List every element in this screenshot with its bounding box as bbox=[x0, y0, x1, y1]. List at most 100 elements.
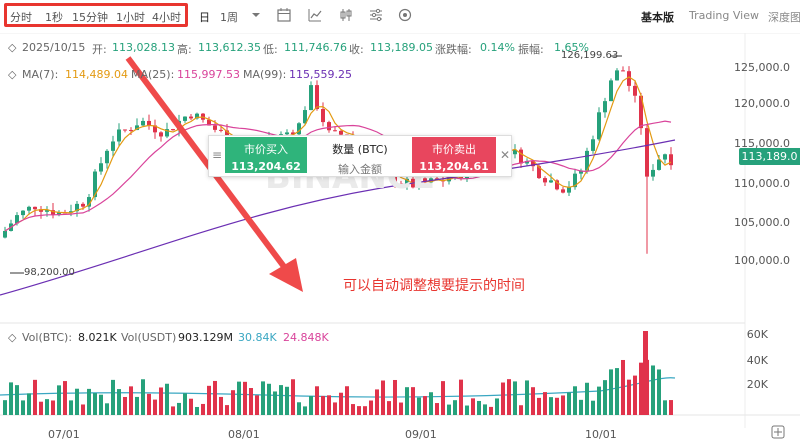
volume-options-icon[interactable]: ◇ bbox=[8, 331, 16, 344]
volume-bar bbox=[657, 369, 661, 415]
candle-body bbox=[621, 70, 625, 72]
indicator-icon[interactable] bbox=[308, 8, 322, 22]
vol-btc-label: Vol(BTC): bbox=[22, 331, 73, 344]
candle-body bbox=[543, 178, 547, 183]
volume-bar bbox=[663, 400, 667, 415]
volume-bar bbox=[597, 386, 601, 415]
volume-bar bbox=[525, 380, 529, 415]
volume-bar bbox=[567, 392, 571, 415]
low-value: 111,746.76 bbox=[284, 41, 347, 54]
volume-bar bbox=[411, 387, 415, 415]
market-sell-button[interactable]: 市价卖出 113,204.61 bbox=[412, 137, 496, 173]
volume-bar bbox=[363, 406, 367, 415]
volume-bar bbox=[621, 359, 625, 415]
candle-body bbox=[603, 101, 607, 113]
quantity-title: 数量 (BTC) bbox=[332, 143, 388, 156]
volume-bar bbox=[477, 400, 481, 415]
change-value: 0.14% bbox=[480, 41, 515, 54]
volume-bar bbox=[531, 387, 535, 415]
vol-usdt-label: Vol(USDT) bbox=[121, 331, 177, 344]
change-label: 涨跌幅: bbox=[435, 43, 472, 56]
calendar-icon[interactable] bbox=[277, 8, 291, 22]
ma-options-icon[interactable]: ◇ bbox=[8, 68, 16, 81]
volume-bar bbox=[573, 386, 577, 415]
volume-bar bbox=[327, 395, 331, 415]
volume-bar bbox=[483, 404, 487, 415]
chart-settings-icon[interactable] bbox=[771, 425, 785, 439]
volume-bar bbox=[579, 399, 583, 415]
volume-bar bbox=[435, 403, 439, 415]
candle-body bbox=[81, 203, 85, 207]
volume-bar bbox=[27, 393, 31, 415]
quick-trade-panel: ≡ 市价买入 113,204.62 数量 (BTC) 输入金额 市价卖出 113… bbox=[208, 135, 512, 177]
view-basic[interactable]: 基本版 bbox=[641, 9, 674, 25]
volume-bar bbox=[651, 365, 655, 415]
quantity-placeholder: 输入金额 bbox=[338, 163, 382, 176]
volume-bar bbox=[207, 385, 211, 415]
volume-bar bbox=[297, 402, 301, 415]
view-depth[interactable]: 深度图 bbox=[768, 9, 800, 25]
candle-body bbox=[3, 230, 7, 238]
price-tick: 120,000.0 bbox=[734, 97, 790, 110]
volume-bar bbox=[459, 379, 463, 415]
volume-bar bbox=[555, 397, 559, 415]
candle-body bbox=[327, 122, 331, 131]
volume-bar bbox=[633, 375, 637, 415]
volume-bar bbox=[45, 399, 49, 415]
volume-bar bbox=[249, 388, 253, 415]
annotation-text: 可以自动调整想要提示的时间 bbox=[343, 278, 525, 294]
market-buy-button[interactable]: 市价买入 113,204.62 bbox=[225, 137, 307, 173]
volume-bar bbox=[375, 389, 379, 415]
volume-bar bbox=[351, 404, 355, 415]
view-tradingview[interactable]: Trading View bbox=[689, 9, 759, 22]
candle-body bbox=[171, 129, 175, 131]
more-intervals-icon[interactable] bbox=[251, 8, 261, 22]
quantity-input[interactable]: 数量 (BTC) 输入金额 bbox=[313, 138, 407, 177]
candle-body bbox=[105, 150, 109, 164]
candle-body bbox=[213, 125, 217, 130]
kline-chart[interactable]: BINANCE bbox=[0, 33, 800, 448]
volume-bar bbox=[3, 400, 7, 415]
candle-body bbox=[141, 120, 145, 126]
ma7-label: MA(7): bbox=[22, 68, 59, 81]
drag-handle-icon[interactable]: ≡ bbox=[212, 148, 222, 162]
volume-bar bbox=[261, 381, 265, 415]
volume-bar bbox=[159, 387, 163, 415]
interval-1w[interactable]: 1周 bbox=[220, 9, 238, 25]
volume-bar bbox=[393, 379, 397, 415]
drawing-tools-icon[interactable] bbox=[398, 8, 412, 22]
candle-body bbox=[591, 139, 595, 151]
volume-bar bbox=[129, 386, 133, 415]
date-tick: 07/01 bbox=[48, 428, 80, 441]
volume-bar bbox=[153, 399, 157, 415]
volume-bar bbox=[357, 406, 361, 415]
volume-bar bbox=[57, 385, 61, 415]
candle-type-icon[interactable] bbox=[339, 8, 353, 22]
volume-tick: 60K bbox=[746, 328, 768, 341]
open-value: 113,028.13 bbox=[112, 41, 175, 54]
interval-1d[interactable]: 日 bbox=[199, 9, 210, 25]
volume-bar bbox=[291, 379, 295, 415]
volume-bar bbox=[111, 379, 115, 415]
volume-bar bbox=[213, 380, 217, 415]
ohlc-options-icon[interactable]: ◇ bbox=[8, 41, 16, 54]
settings-sliders-icon[interactable] bbox=[369, 8, 383, 22]
candle-body bbox=[333, 130, 337, 132]
ohlc-date: 2025/10/15 bbox=[22, 41, 86, 54]
candle-body bbox=[111, 141, 115, 151]
candle-body bbox=[309, 85, 313, 111]
volume-bar bbox=[171, 406, 175, 415]
price-tick: 105,000.0 bbox=[734, 216, 790, 229]
high-value: 113,612.35 bbox=[198, 41, 261, 54]
volume-bar bbox=[549, 397, 553, 415]
close-icon[interactable]: ✕ bbox=[500, 148, 510, 162]
candle-body bbox=[519, 149, 523, 164]
volume-bar bbox=[561, 395, 565, 415]
open-label: 开: bbox=[92, 43, 107, 56]
price-tick: 100,000.0 bbox=[734, 254, 790, 267]
candle-body bbox=[219, 129, 223, 131]
volume-bar bbox=[669, 400, 673, 415]
volume-bar bbox=[231, 390, 235, 415]
volume-bar bbox=[465, 405, 469, 415]
high-label: 高: bbox=[177, 43, 192, 56]
